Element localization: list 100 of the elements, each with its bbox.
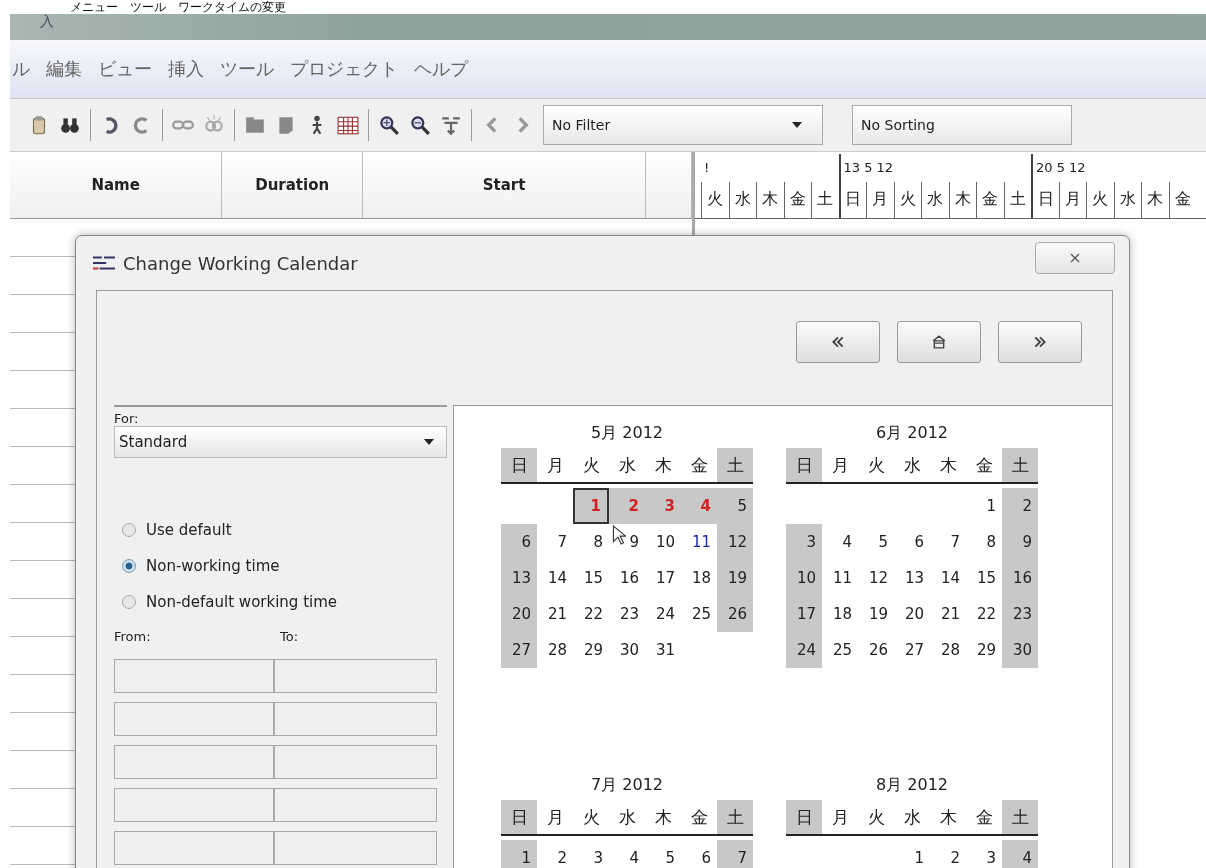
calendar-day[interactable]: 28 (930, 632, 966, 668)
calendar-day[interactable]: 11 (681, 524, 717, 560)
calendar-day[interactable]: 23 (1002, 596, 1038, 632)
menu-item[interactable]: ル (12, 57, 30, 81)
calendar-day[interactable]: 31 (645, 632, 681, 668)
calendar-day[interactable]: 7 (930, 524, 966, 560)
calendar-day[interactable]: 9 (1002, 524, 1038, 560)
calendar-day[interactable]: 22 (573, 596, 609, 632)
calendar-day[interactable]: 18 (681, 560, 717, 596)
menu-item[interactable]: ツール (220, 57, 274, 81)
radio-option[interactable]: Non-working time (114, 552, 447, 580)
calendar-day[interactable]: 5 (645, 840, 681, 868)
calendar-day[interactable]: 16 (1002, 560, 1038, 596)
close-button[interactable] (1035, 242, 1115, 274)
calendar-day[interactable]: 30 (609, 632, 645, 668)
calendar-day[interactable]: 4 (609, 840, 645, 868)
calendar-day[interactable]: 14 (537, 560, 573, 596)
calendar-day[interactable]: 19 (717, 560, 753, 596)
filter-dropdown[interactable]: No Filter (543, 105, 823, 145)
calendar-day[interactable]: 3 (786, 524, 822, 560)
gantt-day-label: 水 (728, 182, 756, 218)
calendar-day[interactable]: 6 (681, 840, 717, 868)
menu-item[interactable]: プロジェクト (290, 57, 398, 81)
calendar-day[interactable]: 8 (966, 524, 1002, 560)
calendar-day[interactable]: 1 (894, 840, 930, 868)
calendar-day[interactable]: 29 (966, 632, 1002, 668)
calendar-day[interactable]: 27 (501, 632, 537, 668)
calendar-day[interactable]: 3 (573, 840, 609, 868)
calendar-day[interactable]: 8 (573, 524, 609, 560)
calendar-day[interactable]: 6 (501, 524, 537, 560)
calendar-day[interactable]: 13 (501, 560, 537, 596)
gantt-day-label: 金 (783, 182, 811, 218)
calendar-day[interactable]: 2 (930, 840, 966, 868)
zoom-in-icon[interactable] (378, 114, 400, 136)
calendar-day[interactable]: 25 (822, 632, 858, 668)
calendar-day[interactable]: 26 (717, 596, 753, 632)
calendar-day[interactable]: 10 (786, 560, 822, 596)
radio-option[interactable]: Use default (114, 516, 447, 544)
folder-icon[interactable] (244, 114, 266, 136)
menu-item[interactable]: ビュー (98, 57, 152, 81)
calendar-day[interactable]: 23 (609, 596, 645, 632)
calendar-day[interactable]: 9 (609, 524, 645, 560)
dialog-title: Change Working Calendar (123, 252, 358, 274)
calendar-day[interactable]: 18 (822, 596, 858, 632)
calendar-day[interactable]: 22 (966, 596, 1002, 632)
column-header[interactable]: Duration (222, 152, 363, 218)
grid-icon[interactable] (337, 114, 359, 136)
calendar-day[interactable]: 17 (786, 596, 822, 632)
radio-option[interactable]: Non-default working time (114, 588, 447, 616)
calendar-day[interactable]: 5 (717, 488, 753, 524)
calendar-day[interactable]: 12 (858, 560, 894, 596)
calendar-day[interactable]: 25 (681, 596, 717, 632)
column-header[interactable]: Name (10, 152, 223, 218)
calendar-day[interactable]: 21 (930, 596, 966, 632)
weekday-header: 火 (581, 454, 601, 477)
calendar-day[interactable]: 10 (645, 524, 681, 560)
calendar-day[interactable]: 24 (645, 596, 681, 632)
calendar-day[interactable]: 6 (894, 524, 930, 560)
calendar-day[interactable]: 4 (1002, 840, 1038, 868)
calendar-day[interactable]: 5 (858, 524, 894, 560)
sorting-dropdown[interactable]: No Sorting (852, 105, 1072, 145)
calendar-dropdown[interactable]: Standard (114, 426, 447, 458)
calendar-day[interactable]: 26 (858, 632, 894, 668)
calendar-day[interactable]: 27 (894, 632, 930, 668)
weekday-header: 火 (866, 454, 886, 477)
calendar-day[interactable]: 29 (573, 632, 609, 668)
previous-button[interactable] (796, 321, 880, 363)
calendar-day[interactable]: 2 (1002, 488, 1038, 524)
calendar-day[interactable]: 16 (609, 560, 645, 596)
calendar-day[interactable]: 4 (822, 524, 858, 560)
menu-item[interactable]: 挿入 (168, 57, 204, 81)
calendar-day[interactable]: 13 (894, 560, 930, 596)
menu-item[interactable]: 編集 (46, 57, 82, 81)
calendar-day[interactable]: 19 (858, 596, 894, 632)
calendar-day[interactable]: 28 (537, 632, 573, 668)
calendar-day[interactable]: 11 (822, 560, 858, 596)
calendar-day[interactable]: 3 (966, 840, 1002, 868)
column-header[interactable]: Start (362, 152, 647, 218)
calendar-day[interactable]: 17 (645, 560, 681, 596)
calendar-day[interactable]: 30 (1002, 632, 1038, 668)
calendar-day[interactable]: 21 (537, 596, 573, 632)
zoom-out-icon[interactable] (409, 114, 431, 136)
from-label: From: (114, 628, 152, 644)
menu-item[interactable]: ヘルプ (414, 57, 468, 81)
calendar-day[interactable]: 15 (966, 560, 1002, 596)
calendar-day[interactable]: 7 (537, 524, 573, 560)
calendar-day[interactable]: 20 (894, 596, 930, 632)
month-title: 6月 2012 (875, 422, 949, 444)
calendar-day[interactable]: 7 (717, 840, 753, 868)
calendar-day[interactable]: 20 (501, 596, 537, 632)
calendar-day[interactable]: 2 (537, 840, 573, 868)
home-button[interactable] (897, 321, 981, 363)
calendar-day[interactable]: 15 (573, 560, 609, 596)
filter-icon[interactable] (440, 114, 462, 136)
calendar-day[interactable]: 1 (501, 840, 537, 868)
calendar-day[interactable]: 1 (966, 488, 1002, 524)
calendar-day[interactable]: 24 (786, 632, 822, 668)
calendar-day[interactable]: 14 (930, 560, 966, 596)
next-button[interactable] (998, 321, 1082, 363)
calendar-day[interactable]: 12 (717, 524, 753, 560)
